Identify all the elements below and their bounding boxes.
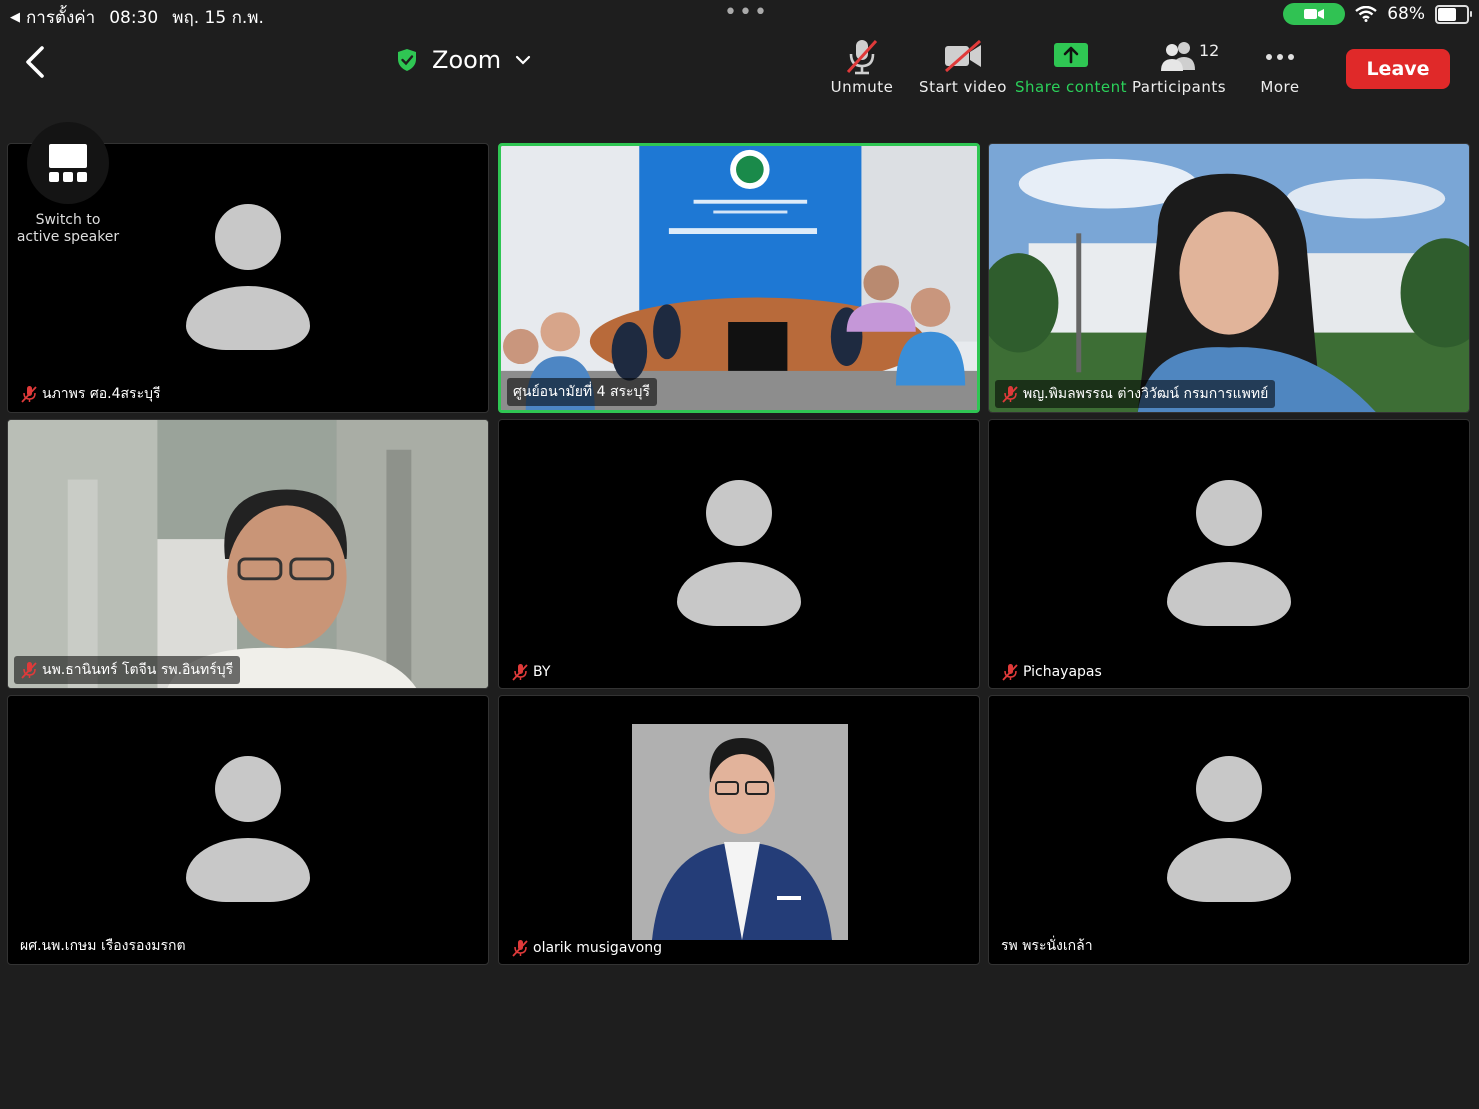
participant-name: Pichayapas — [1023, 664, 1102, 680]
participant-name-tag: พญ.พิมลพรรณ ต่างวิวัฒน์ กรมการแพทย์ — [995, 380, 1276, 408]
more-dots-icon — [1266, 54, 1294, 60]
participant-video — [501, 146, 977, 410]
participant-name: ศูนย์อนามัยที่ 4 สระบุรี — [513, 384, 650, 400]
battery-icon — [1435, 4, 1472, 24]
camera-in-use-indicator — [1283, 3, 1346, 25]
participant-name: BY — [533, 664, 551, 680]
back-button[interactable] — [20, 42, 50, 82]
participant-name: ผศ.นพ.เกษม เรืองรองมรกต — [20, 938, 186, 954]
status-date: พฤ. 15 ก.พ. — [172, 8, 264, 28]
switch-view-label: Switch to active speaker — [16, 212, 120, 245]
mic-muted-icon — [21, 386, 37, 403]
meeting-name: Zoom — [432, 46, 502, 74]
participant-name-tag: นพ.ธานินทร์ โตจีน รพ.อินทร์บุรี — [14, 656, 241, 684]
wifi-icon — [1355, 6, 1377, 22]
profile-photo — [632, 724, 848, 940]
chevron-left-icon — [26, 46, 44, 78]
participant-name: พญ.พิมลพรรณ ต่างวิวัฒน์ กรมการแพทย์ — [1023, 386, 1269, 402]
chevron-down-icon — [516, 55, 531, 65]
participant-name-tag: นภาพร ศอ.4สระบุรี — [14, 380, 168, 408]
participant-tile-active-speaker[interactable]: ศูนย์อนามัยที่ 4 สระบุรี — [498, 143, 980, 413]
start-video-label: Start video — [919, 78, 1007, 96]
participant-name-tag: ศูนย์อนามัยที่ 4 สระบุรี — [507, 378, 657, 406]
encryption-shield-icon — [398, 49, 416, 71]
participant-tile[interactable]: ผศ.นพ.เกษม เรืองรองมรกต — [7, 695, 489, 965]
participant-tile[interactable]: BY — [498, 419, 980, 689]
avatar-placeholder — [186, 756, 310, 902]
participant-video — [8, 420, 488, 688]
participant-tile[interactable]: olarik musigavong — [498, 695, 980, 965]
participants-count: 12 — [1199, 41, 1220, 60]
participant-tile[interactable]: Pichayapas — [988, 419, 1470, 689]
participant-name-tag: รพ พระนั่งเกล้า — [995, 932, 1100, 960]
mic-muted-icon — [21, 662, 37, 679]
avatar-placeholder — [186, 204, 310, 350]
multitask-dots-icon[interactable]: ••• — [724, 2, 769, 24]
participants-icon — [1161, 42, 1195, 71]
participant-tile[interactable]: พญ.พิมลพรรณ ต่างวิวัฒน์ กรมการแพทย์ — [988, 143, 1470, 413]
participant-video — [989, 144, 1469, 412]
participant-name: นพ.ธานินทร์ โตจีน รพ.อินทร์บุรี — [42, 662, 234, 678]
meeting-title[interactable]: Zoom — [396, 46, 531, 74]
unmute-label: Unmute — [830, 78, 894, 96]
share-screen-icon — [1054, 43, 1088, 67]
participant-name-tag: Pichayapas — [995, 660, 1109, 684]
video-off-icon — [945, 39, 981, 73]
participant-name-tag: olarik musigavong — [505, 936, 669, 960]
participant-name-tag: ผศ.นพ.เกษม เรืองรองมรกต — [14, 932, 193, 960]
participant-name: นภาพร ศอ.4สระบุรี — [42, 386, 161, 402]
mic-muted-icon — [512, 664, 528, 681]
mic-muted-icon — [1002, 664, 1018, 681]
participant-tile[interactable]: นพ.ธานินทร์ โตจีน รพ.อินทร์บุรี — [7, 419, 489, 689]
participant-tile[interactable]: รพ พระนั่งเกล้า — [988, 695, 1470, 965]
camera-icon — [1304, 9, 1325, 19]
speaker-view-icon — [49, 144, 87, 182]
participant-name-tag: BY — [505, 660, 557, 684]
switch-to-active-speaker-button[interactable]: Switch to active speaker — [16, 122, 120, 246]
back-to-app-icon[interactable]: ◀ — [10, 10, 20, 25]
leave-button[interactable]: Leave — [1346, 49, 1450, 89]
more-label: More — [1260, 78, 1300, 96]
participant-name: รพ พระนั่งเกล้า — [1001, 938, 1093, 954]
back-app-label[interactable]: การตั้งค่า — [26, 4, 95, 31]
mic-muted-icon — [512, 940, 528, 957]
mic-muted-icon — [1002, 386, 1018, 403]
battery-level — [1438, 7, 1456, 21]
avatar-placeholder — [1167, 756, 1291, 902]
status-bar: ◀ การตั้งค่า 08:30 พฤ. 15 ก.พ. ••• 68% — [0, 0, 1479, 30]
microphone-muted-icon — [846, 39, 878, 75]
avatar-placeholder — [677, 480, 801, 626]
participant-name: olarik musigavong — [533, 940, 663, 956]
participants-label: Participants — [1131, 78, 1227, 96]
battery-percent: 68% — [1387, 4, 1425, 24]
avatar-placeholder — [1167, 480, 1291, 626]
share-content-label: Share content — [1015, 78, 1127, 96]
status-time: 08:30 — [109, 7, 159, 28]
